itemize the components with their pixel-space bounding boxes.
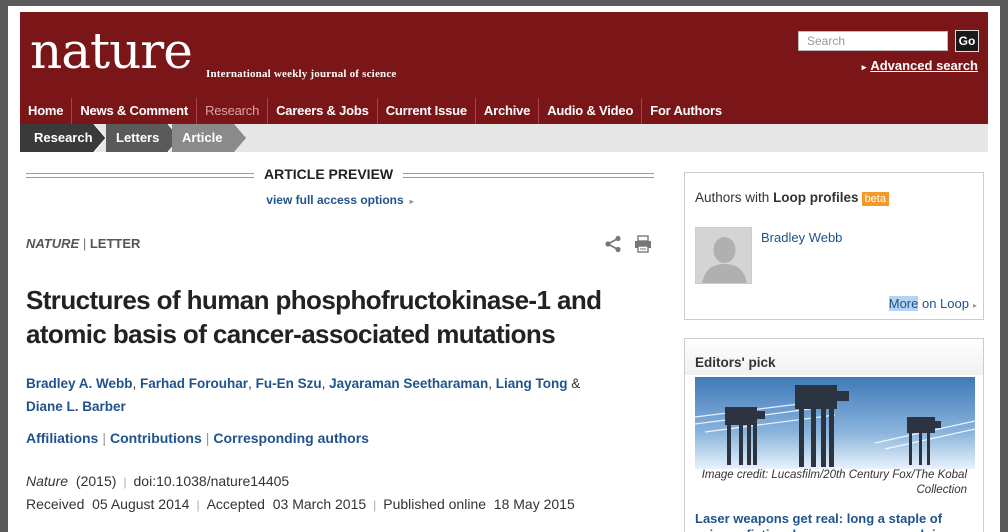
nav-research[interactable]: Research xyxy=(197,98,269,124)
loop-heading-bold: Loop profiles xyxy=(773,190,859,205)
separator: | xyxy=(196,498,200,512)
advanced-search-link[interactable]: ▸ Advanced search xyxy=(862,58,978,73)
breadcrumb-label: Article xyxy=(182,130,223,145)
article-preview-heading: ARTICLE PREVIEW xyxy=(254,166,404,182)
loop-author-link[interactable]: Bradley Webb xyxy=(761,230,842,245)
full-access-options-link[interactable]: view full access options ▸ xyxy=(26,193,654,207)
breadcrumb-article: Article xyxy=(158,124,248,152)
author-link[interactable]: Liang Tong xyxy=(496,376,568,391)
default-avatar-icon xyxy=(696,228,751,283)
nature-logo[interactable]: nature xyxy=(30,26,193,76)
editors-pick-box: Editors' pick Image credit: Lucasfilm/20… xyxy=(684,338,984,532)
search-input[interactable]: Search xyxy=(798,31,948,51)
separator: , xyxy=(132,376,141,391)
separator: , xyxy=(248,376,256,391)
separator: | xyxy=(373,498,377,512)
nav-for-authors[interactable]: For Authors xyxy=(642,98,730,124)
loop-heading-prefix: Authors with xyxy=(695,190,770,205)
citation-year: (2015) xyxy=(75,473,117,489)
separator: , xyxy=(321,376,330,391)
author-link[interactable]: Jayaraman Seetharaman xyxy=(329,376,488,391)
nav-audio-video[interactable]: Audio & Video xyxy=(539,98,643,124)
editors-pick-heading: Editors' pick xyxy=(695,355,776,370)
nav-archive[interactable]: Archive xyxy=(476,98,540,124)
browser-viewport: nature International weekly journal of s… xyxy=(8,6,1000,532)
nav-careers-jobs[interactable]: Careers & Jobs xyxy=(268,98,378,124)
arrow-right-icon: ▸ xyxy=(861,62,867,72)
accepted-date: Accepted 03 March 2015 xyxy=(206,496,367,512)
more-label: More xyxy=(888,296,919,311)
article-type: NATURE | LETTER xyxy=(26,236,140,251)
breadcrumb-label: Research xyxy=(34,130,93,145)
editors-pick-image[interactable] xyxy=(694,377,976,474)
nav-home[interactable]: Home xyxy=(20,98,73,124)
nav-news-comment[interactable]: News & Comment xyxy=(72,98,198,124)
avatar[interactable] xyxy=(695,227,752,284)
on-loop-label: on Loop xyxy=(918,296,969,311)
loop-profiles-box: Authors with Loop profiles beta Bradley W… xyxy=(684,172,984,320)
published-date: Published online 18 May 2015 xyxy=(383,496,575,512)
full-access-label: view full access options xyxy=(266,193,404,207)
share-icon[interactable] xyxy=(604,235,622,258)
journal-name: NATURE xyxy=(26,236,80,251)
search-go-button[interactable]: Go xyxy=(955,30,979,52)
loop-profiles-heading: Authors with Loop profiles beta xyxy=(695,190,889,206)
advanced-search-label: Advanced search xyxy=(870,58,978,73)
corresponding-authors-link[interactable]: Corresponding authors xyxy=(213,430,369,446)
separator: | xyxy=(123,475,127,489)
main-navigation: Home News & Comment Research Careers & J… xyxy=(20,98,730,124)
author-link[interactable]: Farhad Forouhar xyxy=(140,376,248,391)
beta-badge: beta xyxy=(861,192,889,206)
separator: | xyxy=(102,430,106,446)
article-dates: Received 05 August 2014 | Accepted 03 Marc… xyxy=(26,496,575,512)
separator: , xyxy=(488,376,496,391)
separator: | xyxy=(82,236,90,251)
article-type-label: LETTER xyxy=(89,236,141,251)
more-on-loop-link[interactable]: More on Loop ▸ xyxy=(888,296,977,311)
author-link[interactable]: Diane L. Barber xyxy=(26,399,126,414)
author-ampersand: & xyxy=(571,376,581,391)
separator: | xyxy=(205,430,210,446)
image-caption: Image credit: Lucasfilm/20th Century Fox… xyxy=(701,469,967,496)
breadcrumb: Research Letters Article xyxy=(20,124,988,152)
arrow-right-icon: ▸ xyxy=(409,197,414,206)
masthead: nature International weekly journal of s… xyxy=(20,12,988,124)
author-link[interactable]: Bradley A. Webb xyxy=(26,376,133,391)
received-date: Received 05 August 2014 xyxy=(26,496,190,512)
nav-current-issue[interactable]: Current Issue xyxy=(378,98,476,124)
doi: doi:10.1038/nature14405 xyxy=(133,473,290,489)
contributions-link[interactable]: Contributions xyxy=(110,430,202,446)
journal-tagline: International weekly journal of science xyxy=(206,68,397,80)
arrow-right-icon: ▸ xyxy=(972,301,977,310)
citation-journal: Nature xyxy=(26,473,69,489)
editors-pick-headline-link[interactable]: Laser weapons get real: long a staple of… xyxy=(695,511,977,532)
print-icon[interactable] xyxy=(634,235,652,258)
article-info-links: Affiliations | Contributions | Corresponding… xyxy=(26,430,369,446)
breadcrumb-label: Letters xyxy=(116,130,160,145)
affiliations-link[interactable]: Affiliations xyxy=(26,430,98,446)
author-list: Bradley A. Webb, Farhad Forouhar, Fu-En … xyxy=(26,372,646,418)
article-title: Structures of human phosphofructokinase-… xyxy=(26,285,602,349)
citation: Nature (2015) | doi:10.1038/nature14405 xyxy=(26,473,289,489)
author-link[interactable]: Fu-En Szu xyxy=(256,376,322,391)
